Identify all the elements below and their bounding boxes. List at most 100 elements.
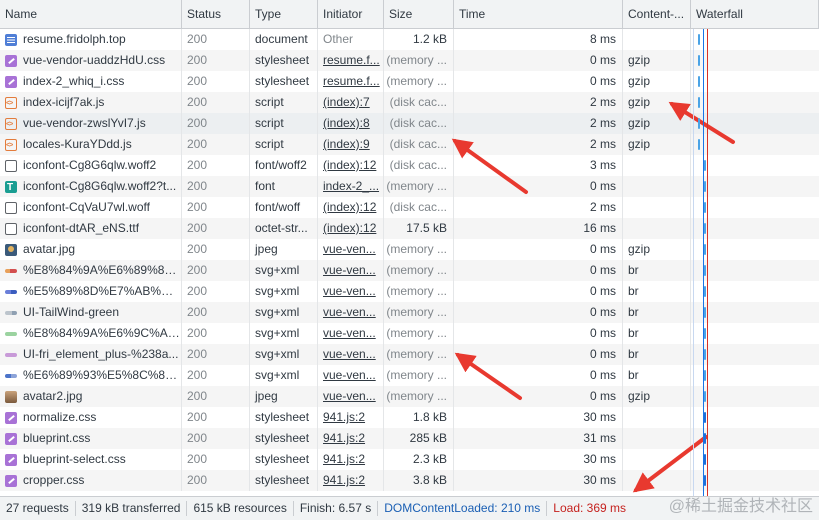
request-name-cell[interactable]: UI-fri_element_plus-%238a... bbox=[0, 344, 182, 365]
initiator-link[interactable]: vue-ven... bbox=[323, 389, 376, 403]
request-row[interactable]: vue-vendor-zwslYvI7.js 200script (index):8… bbox=[0, 113, 819, 134]
request-row[interactable]: blueprint-select.css 200 stylesheet 941.js:… bbox=[0, 449, 819, 470]
initiator-cell[interactable]: (index):12 bbox=[318, 197, 384, 218]
request-name-cell[interactable]: UI-TailWind-green bbox=[0, 302, 182, 323]
request-name-cell[interactable]: iconfont-Cg8G6qlw.woff2?t... bbox=[0, 176, 182, 197]
column-header-initiator[interactable]: Initiator bbox=[318, 0, 384, 28]
initiator-link[interactable]: 941.js:2 bbox=[323, 473, 365, 487]
request-row[interactable]: %E5%89%8D%E7%AB%AF... 200 svg+xml vue-ven..… bbox=[0, 281, 819, 302]
column-header-time[interactable]: Time bbox=[454, 0, 623, 28]
request-row[interactable]: normalize.css 200 stylesheet 941.js:2 1.8 kB… bbox=[0, 407, 819, 428]
initiator-cell[interactable]: (index):7 bbox=[318, 92, 384, 113]
initiator-link[interactable]: (index):7 bbox=[323, 95, 370, 109]
request-name-cell[interactable]: index-2_whiq_i.css bbox=[0, 71, 182, 92]
request-row[interactable]: %E6%89%93%E5%8C%85... 200 svg+xml vue-ven..… bbox=[0, 365, 819, 386]
request-name-cell[interactable]: vue-vendor-zwslYvI7.js bbox=[0, 113, 182, 134]
initiator-cell[interactable]: vue-ven... bbox=[318, 386, 384, 407]
initiator-cell[interactable]: vue-ven... bbox=[318, 260, 384, 281]
initiator-link[interactable]: vue-ven... bbox=[323, 326, 376, 340]
time-cell: 2 ms bbox=[454, 113, 623, 134]
request-row[interactable]: iconfont-Cg8G6qlw.woff2?t... 200font index… bbox=[0, 176, 819, 197]
initiator-cell[interactable]: (index):12 bbox=[318, 218, 384, 239]
initiator-cell[interactable]: vue-ven... bbox=[318, 281, 384, 302]
svg-file-icon bbox=[5, 373, 17, 378]
initiator-cell[interactable]: (index):9 bbox=[318, 134, 384, 155]
initiator-link[interactable]: (index):12 bbox=[323, 221, 376, 235]
initiator-cell[interactable]: index-2_... bbox=[318, 176, 384, 197]
column-header-content-encoding[interactable]: Content-... bbox=[623, 0, 691, 28]
initiator-cell[interactable]: resume.f... bbox=[318, 71, 384, 92]
request-name-cell[interactable]: iconfont-CqVaU7wl.woff bbox=[0, 197, 182, 218]
size-cell: (disk cac... bbox=[384, 155, 454, 176]
initiator-link[interactable]: 941.js:2 bbox=[323, 452, 365, 466]
request-row[interactable]: avatar2.jpg 200 jpeg vue-ven... (memory ... 0… bbox=[0, 386, 819, 407]
request-name-cell[interactable]: avatar.jpg bbox=[0, 239, 182, 260]
request-name-cell[interactable]: cropper.css bbox=[0, 470, 182, 491]
initiator-link[interactable]: vue-ven... bbox=[323, 368, 376, 382]
request-name-cell[interactable]: normalize.css bbox=[0, 407, 182, 428]
request-name-cell[interactable]: blueprint-select.css bbox=[0, 449, 182, 470]
request-row[interactable]: iconfont-CqVaU7wl.woff 200 font/woff (index… bbox=[0, 197, 819, 218]
initiator-cell[interactable]: vue-ven... bbox=[318, 302, 384, 323]
initiator-cell[interactable]: vue-ven... bbox=[318, 239, 384, 260]
initiator-link[interactable]: 941.js:2 bbox=[323, 410, 365, 424]
initiator-cell[interactable]: vue-ven... bbox=[318, 365, 384, 386]
request-name-cell[interactable]: iconfont-Cg8G6qlw.woff2 bbox=[0, 155, 182, 176]
initiator-link[interactable]: resume.f... bbox=[323, 53, 380, 67]
request-row[interactable]: index-icijf7ak.js 200script (index):7 (disk… bbox=[0, 92, 819, 113]
waterfall-bar bbox=[704, 454, 706, 465]
request-name-cell[interactable]: %E5%89%8D%E7%AB%AF... bbox=[0, 281, 182, 302]
request-name-cell[interactable]: %E6%89%93%E5%8C%85... bbox=[0, 365, 182, 386]
request-name-cell[interactable]: locales-KuraYDdd.js bbox=[0, 134, 182, 155]
initiator-link[interactable]: (index):12 bbox=[323, 200, 376, 214]
request-row[interactable]: iconfont-Cg8G6qlw.woff2 200 font/woff2 (ind… bbox=[0, 155, 819, 176]
request-row[interactable]: avatar.jpg 200 jpeg vue-ven... (memory ... 0 … bbox=[0, 239, 819, 260]
initiator-link[interactable]: 941.js:2 bbox=[323, 431, 365, 445]
request-row[interactable]: cropper.css 200 stylesheet 941.js:2 3.8 kB 30… bbox=[0, 470, 819, 491]
initiator-cell[interactable]: 941.js:2 bbox=[318, 428, 384, 449]
request-row[interactable]: UI-fri_element_plus-%238a... 200 svg+xml vu… bbox=[0, 344, 819, 365]
column-header-status[interactable]: Status bbox=[182, 0, 250, 28]
request-row[interactable]: resume.fridolph.top 200 document Other 1.2 k… bbox=[0, 29, 819, 50]
request-name-cell[interactable]: avatar2.jpg bbox=[0, 386, 182, 407]
initiator-cell[interactable]: vue-ven... bbox=[318, 344, 384, 365]
column-header-type[interactable]: Type bbox=[250, 0, 318, 28]
request-name-cell[interactable]: iconfont-dtAR_eNS.ttf bbox=[0, 218, 182, 239]
column-header-waterfall[interactable]: Waterfall bbox=[691, 0, 819, 28]
request-row[interactable]: %E8%84%9A%E6%89%8B... 200 svg+xml vue-ven..… bbox=[0, 260, 819, 281]
initiator-cell[interactable]: (index):12 bbox=[318, 155, 384, 176]
initiator-cell[interactable]: 941.js:2 bbox=[318, 470, 384, 491]
column-header-name[interactable]: Name bbox=[0, 0, 182, 28]
column-header-size[interactable]: Size bbox=[384, 0, 454, 28]
request-name-cell[interactable]: %E8%84%9A%E6%9C%AC... bbox=[0, 323, 182, 344]
request-row[interactable]: %E8%84%9A%E6%9C%AC... 200 svg+xml vue-ven..… bbox=[0, 323, 819, 344]
initiator-cell[interactable]: 941.js:2 bbox=[318, 407, 384, 428]
initiator-link[interactable]: (index):8 bbox=[323, 116, 370, 130]
initiator-link[interactable]: vue-ven... bbox=[323, 347, 376, 361]
initiator-link[interactable]: vue-ven... bbox=[323, 242, 376, 256]
initiator-link[interactable]: vue-ven... bbox=[323, 284, 376, 298]
size-cell: 1.2 kB bbox=[384, 29, 454, 50]
request-row[interactable]: iconfont-dtAR_eNS.ttf 200 octet-str... (ind… bbox=[0, 218, 819, 239]
request-name-cell[interactable]: %E8%84%9A%E6%89%8B... bbox=[0, 260, 182, 281]
request-row[interactable]: vue-vendor-uaddzHdU.css 200 stylesheet resu… bbox=[0, 50, 819, 71]
request-name-cell[interactable]: index-icijf7ak.js bbox=[0, 92, 182, 113]
request-row[interactable]: blueprint.css 200 stylesheet 941.js:2 285 kB… bbox=[0, 428, 819, 449]
request-row[interactable]: index-2_whiq_i.css 200 stylesheet resume.f.… bbox=[0, 71, 819, 92]
request-name-cell[interactable]: resume.fridolph.top bbox=[0, 29, 182, 50]
request-row[interactable]: UI-TailWind-green 200 svg+xml vue-ven... (me… bbox=[0, 302, 819, 323]
request-name-cell[interactable]: vue-vendor-uaddzHdU.css bbox=[0, 50, 182, 71]
initiator-link[interactable]: (index):9 bbox=[323, 137, 370, 151]
initiator-link[interactable]: resume.f... bbox=[323, 74, 380, 88]
request-name: cropper.css bbox=[23, 473, 85, 487]
initiator-cell[interactable]: resume.f... bbox=[318, 50, 384, 71]
initiator-link[interactable]: vue-ven... bbox=[323, 305, 376, 319]
request-name-cell[interactable]: blueprint.css bbox=[0, 428, 182, 449]
initiator-cell[interactable]: vue-ven... bbox=[318, 323, 384, 344]
initiator-link[interactable]: vue-ven... bbox=[323, 263, 376, 277]
initiator-link[interactable]: index-2_... bbox=[323, 179, 379, 193]
initiator-cell[interactable]: 941.js:2 bbox=[318, 449, 384, 470]
initiator-cell[interactable]: (index):8 bbox=[318, 113, 384, 134]
request-row[interactable]: locales-KuraYDdd.js 200script (index):9 (di… bbox=[0, 134, 819, 155]
initiator-link[interactable]: (index):12 bbox=[323, 158, 376, 172]
